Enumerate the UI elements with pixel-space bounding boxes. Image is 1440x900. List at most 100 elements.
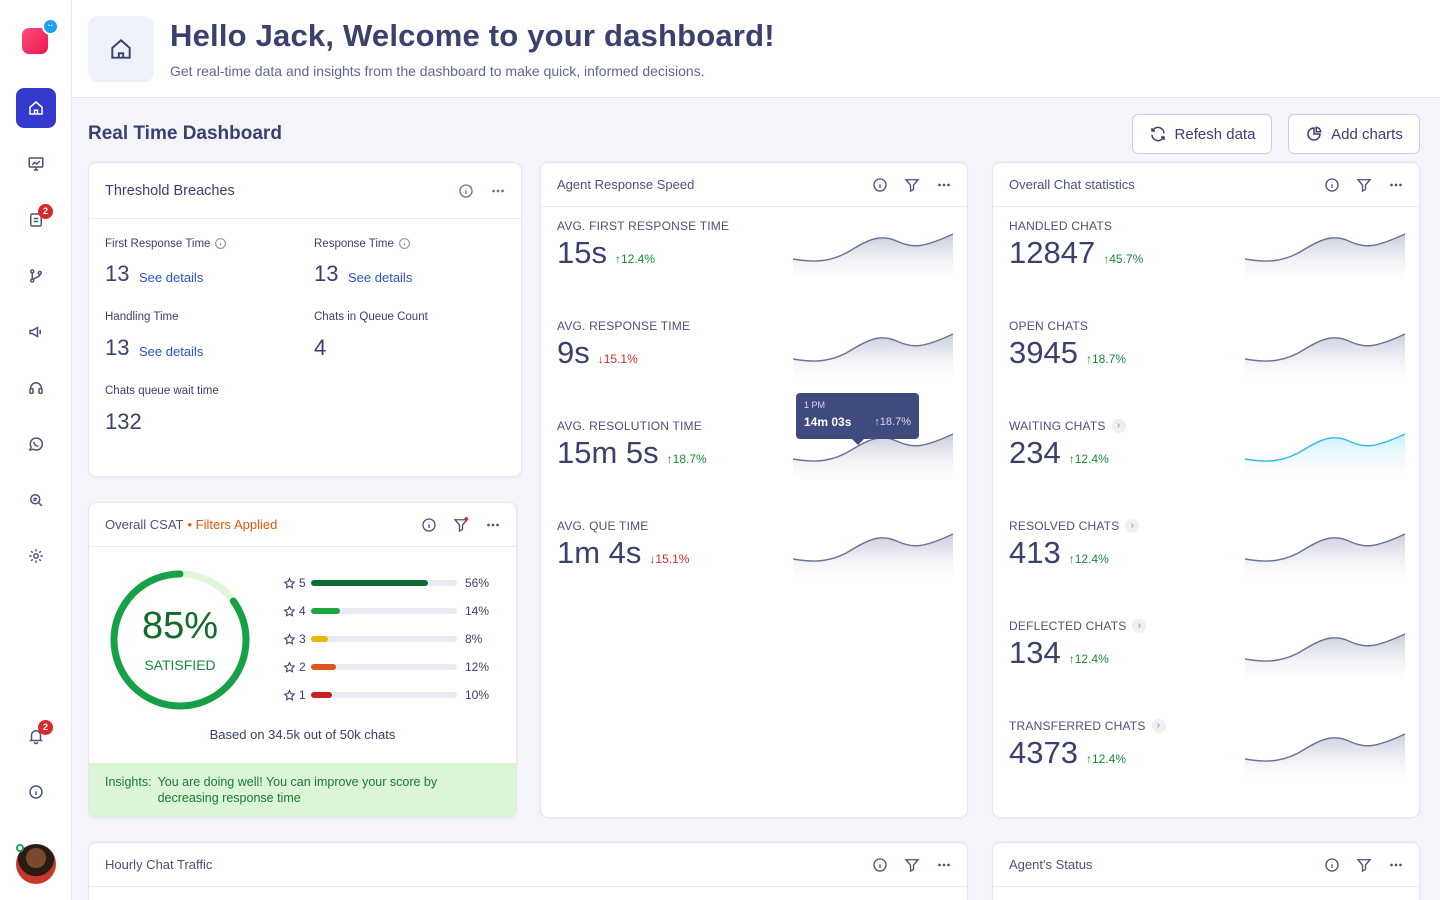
more-options-icon[interactable]: [484, 516, 502, 534]
metric-value: 234 ↑12.4%: [1009, 435, 1109, 470]
filter-icon[interactable]: [452, 516, 470, 534]
info-icon[interactable]: [420, 516, 438, 534]
chevron-right-icon[interactable]: ›: [1111, 419, 1126, 433]
add-charts-button[interactable]: Add charts: [1288, 114, 1420, 154]
see-details-link[interactable]: See details: [139, 344, 203, 359]
chevron-right-icon[interactable]: ›: [1132, 619, 1147, 633]
threshold-label: Response Time: [314, 237, 411, 250]
nav-whatsapp[interactable]: [16, 424, 56, 464]
rating-stars: 5: [299, 576, 306, 590]
more-options-icon[interactable]: [1387, 176, 1405, 194]
rating-bar-track: [311, 664, 457, 670]
info-icon[interactable]: [214, 237, 227, 250]
info-icon[interactable]: [1323, 856, 1341, 874]
metric-value: 3945 ↑18.7%: [1009, 335, 1126, 370]
metric-delta: ↑12.4%: [1068, 652, 1109, 666]
see-details-link[interactable]: See details: [139, 270, 203, 285]
nav-campaigns[interactable]: [16, 312, 56, 352]
metric-value: 1m 4s ↓15.1%: [557, 535, 690, 570]
metric-label: HANDLED CHATS: [1009, 219, 1113, 233]
card-title: Agent's Status: [1009, 857, 1093, 872]
threshold-value: 13: [105, 335, 130, 360]
rating-row: 2 12%: [283, 659, 489, 675]
metric-label: AVG. RESOLUTION TIME: [557, 419, 702, 433]
insights-text: You are doing well! You can improve your…: [157, 775, 438, 805]
metric-delta: ↓15.1%: [597, 352, 638, 366]
rating-bar-track: [311, 636, 457, 642]
filter-icon[interactable]: [903, 176, 921, 194]
gear-icon: [29, 549, 43, 563]
card-actions: [1323, 843, 1405, 886]
info-icon[interactable]: [871, 856, 889, 874]
card-actions: [457, 163, 507, 218]
agent-response-speed-card: Agent Response Speed AVG. FIRST RESPONSE…: [540, 162, 968, 818]
nav-flows[interactable]: [16, 256, 56, 296]
rating-bar-fill: [311, 692, 332, 698]
nav-messages[interactable]: 2: [16, 200, 56, 240]
nav-info[interactable]: [16, 772, 56, 812]
page-title: Hello Jack, Welcome to your dashboard!: [170, 18, 775, 53]
refresh-data-button[interactable]: Refesh data: [1132, 114, 1272, 154]
nav-home[interactable]: [16, 88, 56, 128]
refresh-icon: [1150, 126, 1165, 142]
see-details-link[interactable]: See details: [348, 270, 412, 285]
metric-delta: ↑12.4%: [1068, 552, 1109, 566]
refresh-data-label: Refesh data: [1174, 125, 1256, 143]
star-icon: [283, 576, 296, 589]
pie-chart-icon: [1307, 126, 1322, 141]
sparkline-chart: [1245, 733, 1405, 782]
nav-search[interactable]: [16, 480, 56, 520]
threshold-value: 13: [105, 261, 130, 286]
rating-stars: 1: [299, 688, 306, 702]
more-options-icon[interactable]: [489, 182, 507, 200]
info-icon[interactable]: [871, 176, 889, 194]
chevron-right-icon[interactable]: ›: [1125, 519, 1140, 533]
nav-notifications[interactable]: 2: [16, 716, 56, 756]
more-options-icon[interactable]: [935, 856, 953, 874]
card-actions: [1323, 163, 1405, 206]
metric-value: 413 ↑12.4%: [1009, 535, 1109, 570]
threshold-breaches-card: Threshold Breaches First Response Time 1…: [88, 162, 522, 477]
nav-support[interactable]: [16, 368, 56, 408]
nav-settings[interactable]: [16, 536, 56, 576]
tooltip-delta: ↑18.7%: [874, 416, 911, 428]
rating-bar-fill: [311, 636, 328, 642]
info-icon[interactable]: [457, 182, 475, 200]
filter-icon[interactable]: [903, 856, 921, 874]
home-icon: [29, 101, 43, 115]
metric-label: TRANSFERRED CHATS ›: [1009, 719, 1166, 733]
rating-bar-track: [311, 692, 457, 698]
card-title: Agent Response Speed: [557, 177, 695, 192]
filter-icon[interactable]: [1355, 856, 1373, 874]
filter-icon[interactable]: [1355, 176, 1373, 194]
info-icon[interactable]: [1323, 176, 1341, 194]
csat-status: SATISFIED: [144, 657, 216, 673]
rating-stars: 2: [299, 660, 306, 674]
metric-delta: ↑18.7%: [666, 452, 707, 466]
metric-delta: ↑12.4%: [1068, 452, 1109, 466]
rating-stars: 3: [299, 632, 306, 646]
card-actions: [420, 503, 502, 546]
messages-badge: 2: [38, 204, 53, 219]
online-status-dot: [16, 844, 24, 852]
threshold-value: 13: [314, 261, 339, 286]
metric-label: OPEN CHATS: [1009, 319, 1089, 333]
info-icon[interactable]: [398, 237, 411, 250]
insights-banner: Insights: You are doing well! You can im…: [89, 763, 516, 817]
threshold-label: First Response Time: [105, 237, 227, 250]
metric-delta: ↓15.1%: [649, 552, 690, 566]
more-options-icon[interactable]: [1387, 856, 1405, 874]
metric-delta: ↑12.4%: [1085, 752, 1126, 766]
metric-label: DEFLECTED CHATS ›: [1009, 619, 1147, 633]
rating-bar-fill: [311, 608, 341, 614]
threshold-label: Chats in Queue Count: [314, 311, 428, 323]
card-title: Threshold Breaches: [105, 182, 235, 199]
nav-reports[interactable]: [16, 144, 56, 184]
more-options-icon[interactable]: [935, 176, 953, 194]
chevron-right-icon[interactable]: ›: [1151, 719, 1166, 733]
csat-percent: 85%: [141, 605, 219, 647]
rating-bar-track: [311, 580, 457, 586]
star-icon: [283, 604, 296, 617]
rating-percent: 56%: [465, 576, 490, 590]
home-tile: [88, 16, 154, 82]
